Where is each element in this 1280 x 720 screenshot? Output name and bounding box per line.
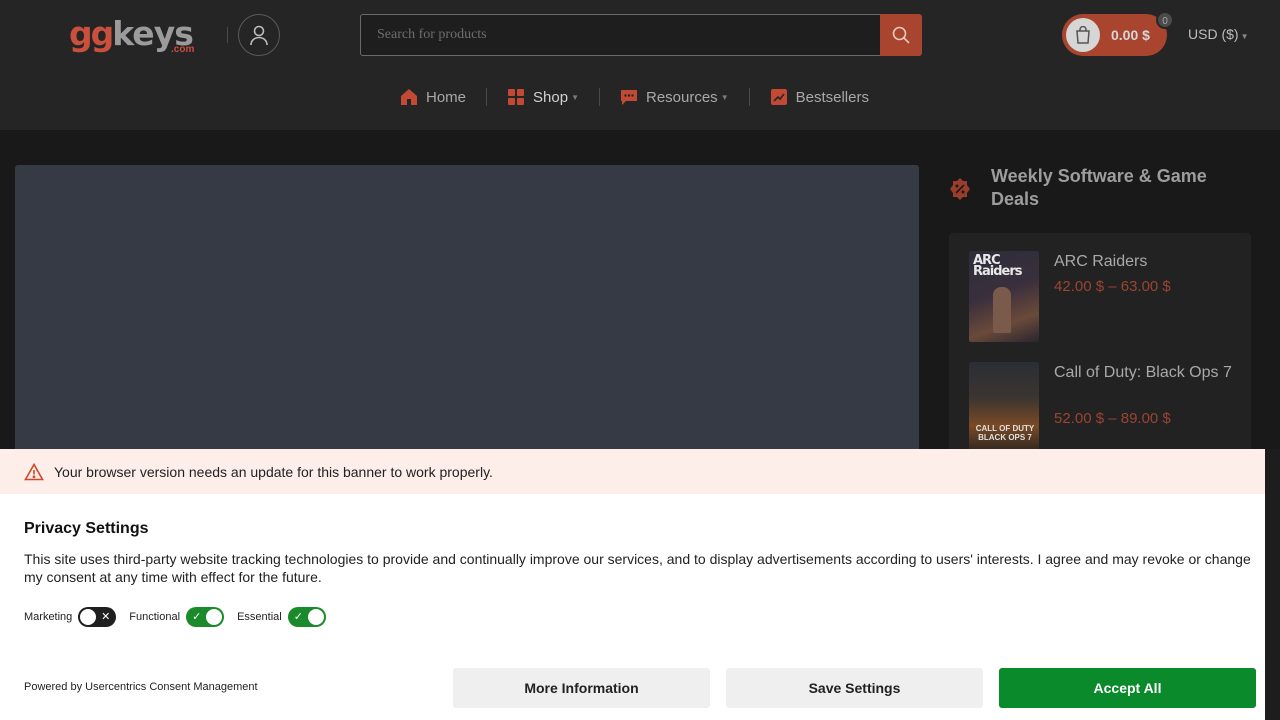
save-settings-button[interactable]: Save Settings <box>726 668 983 708</box>
search-input[interactable] <box>361 15 881 55</box>
discount-icon <box>948 177 972 206</box>
warning-text: Your browser version needs an update for… <box>54 463 493 480</box>
deals-list: ARC Raiders ARC Raiders 42.00 $ – 63.00 … <box>949 233 1251 463</box>
toggle-knob <box>307 609 324 625</box>
cover-title: ARC Raiders <box>973 253 1023 279</box>
nav-label: Resources <box>645 88 718 106</box>
deal-price: 42.00 $ – 63.00 $ <box>1054 278 1171 295</box>
toggle-label-essential: Essential <box>237 611 282 623</box>
browser-warning: Your browser version needs an update for… <box>0 449 1265 494</box>
consent-title: Privacy Settings <box>24 520 149 537</box>
header-divider <box>227 27 228 43</box>
main-nav: Home Shop ▼ Resources ▼ Bestsellers <box>400 85 869 109</box>
trend-icon <box>770 88 788 106</box>
more-information-button[interactable]: More Information <box>453 668 710 708</box>
toggle-knob <box>80 609 97 625</box>
cover-figure <box>993 287 1011 333</box>
site-header: ggkeys .com 0.00 $ 0 USD ($)▼ Home Shop▼… <box>0 0 1280 130</box>
currency-selector[interactable]: USD ($) ▼ <box>1188 26 1248 42</box>
user-icon <box>250 25 268 46</box>
warning-icon <box>24 462 44 480</box>
close-icon: ✕ <box>101 611 111 623</box>
cart-total: 0.00 $ <box>1111 27 1150 43</box>
toggle-knob <box>206 609 223 625</box>
nav-item-resources[interactable]: Resources ▼ <box>620 85 729 109</box>
site-logo[interactable]: gg keys .com <box>69 14 195 58</box>
deals-title: Weekly Software & Game Deals <box>991 166 1207 209</box>
home-icon <box>400 88 418 106</box>
deal-name[interactable]: ARC Raiders <box>1054 251 1234 273</box>
nav-divider <box>598 88 600 106</box>
toggle-label-functional: Functional <box>129 611 181 623</box>
chevron-down-icon: ▼ <box>1240 32 1249 41</box>
essential-toggle[interactable]: ✓ <box>287 607 326 627</box>
nav-divider <box>748 88 750 106</box>
logo-suffix: .com <box>171 44 195 55</box>
marketing-toggle[interactable]: ✕ <box>78 607 117 627</box>
deal-price: 52.00 $ – 89.00 $ <box>1054 410 1171 427</box>
logo-gg: gg <box>69 14 114 53</box>
nav-item-home[interactable]: Home <box>400 85 466 109</box>
chat-icon <box>620 88 638 106</box>
cart-icon <box>1066 18 1100 52</box>
nav-label: Shop <box>533 88 569 106</box>
nav-item-bestsellers[interactable]: Bestsellers <box>770 85 869 109</box>
scrollbar[interactable] <box>1265 449 1280 720</box>
chevron-down-icon: ▼ <box>571 92 579 102</box>
search-bar <box>360 14 882 56</box>
search-button[interactable] <box>880 14 922 56</box>
toggle-label-marketing: Marketing <box>24 611 73 623</box>
deal-cover-black-ops-7[interactable]: CALL OF DUTY BLACK OPS 7 <box>969 362 1039 453</box>
nav-divider <box>486 88 488 106</box>
consent-toggles: Marketing ✕ Functional ✓ Essential ✓ <box>24 607 339 627</box>
cart-button[interactable]: 0.00 $ <box>1062 14 1167 56</box>
functional-toggle[interactable]: ✓ <box>186 607 225 627</box>
hero-slider[interactable] <box>15 165 919 455</box>
account-button[interactable] <box>238 14 280 56</box>
cart-count-badge: 0 <box>1156 11 1174 29</box>
consent-text: This site uses third-party website track… <box>24 551 1251 585</box>
consent-banner: Your browser version needs an update for… <box>0 449 1265 720</box>
nav-item-shop[interactable]: Shop ▼ <box>507 85 579 109</box>
nav-label: Bestsellers <box>795 88 869 106</box>
deal-name[interactable]: Call of Duty: Black Ops 7 <box>1054 362 1234 384</box>
search-icon <box>892 26 910 44</box>
deal-cover-arc-raiders[interactable]: ARC Raiders <box>969 251 1039 342</box>
nav-label: Home <box>426 88 467 106</box>
grid-icon <box>507 88 525 106</box>
check-icon: ✓ <box>192 611 202 623</box>
cover-title: CALL OF DUTY BLACK OPS 7 <box>975 424 1035 442</box>
chevron-down-icon: ▼ <box>720 92 729 102</box>
accept-all-button[interactable]: Accept All <box>999 668 1256 708</box>
check-icon: ✓ <box>293 611 303 623</box>
currency-label: USD ($) <box>1188 26 1239 42</box>
powered-by[interactable]: Powered by Usercentrics Consent Manageme… <box>24 681 258 693</box>
